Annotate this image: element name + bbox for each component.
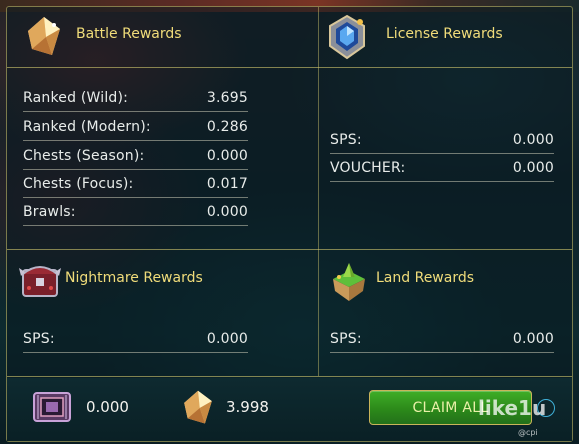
license-rewards-title: License Rewards (386, 26, 503, 42)
chip-total-value: 0.000 (86, 398, 129, 416)
row-value: 0.000 (206, 147, 248, 164)
reward-row-brawls: Brawls: 0.000 (23, 198, 248, 226)
column-divider (318, 7, 319, 376)
reward-row-ranked-wild: Ranked (Wild): 3.695 (23, 84, 248, 112)
row-label: Ranked (Modern): (23, 118, 151, 135)
row-label: SPS: (330, 131, 362, 148)
crystal-shard-icon (28, 17, 60, 55)
watermark-sub: @cpi (518, 428, 538, 437)
row-value: 0.000 (512, 159, 554, 176)
row-label: VOUCHER: (330, 159, 406, 176)
crystal-shard-icon (184, 390, 212, 424)
reward-row-license-sps: SPS: 0.000 (330, 126, 554, 154)
nightmare-rewards-title: Nightmare Rewards (65, 270, 203, 286)
reward-row-license-voucher: VOUCHER: 0.000 (330, 154, 554, 182)
floating-island-icon (333, 263, 365, 301)
section-divider (7, 249, 572, 250)
row-value: 0.286 (206, 118, 248, 135)
gem-badge-icon (329, 14, 365, 60)
crystal-total-value: 3.998 (226, 398, 269, 416)
reward-row-chests-season: Chests (Season): 0.000 (23, 142, 248, 170)
chip-icon (33, 392, 71, 422)
row-value: 0.000 (206, 330, 248, 347)
row-value: 0.000 (512, 330, 554, 347)
row-value: 0.000 (512, 131, 554, 148)
battle-rewards-title: Battle Rewards (76, 26, 182, 42)
reward-row-chests-focus: Chests (Focus): 0.017 (23, 170, 248, 198)
reward-row-nightmare-sps: SPS: 0.000 (23, 325, 248, 353)
row-value: 3.695 (206, 89, 248, 106)
reward-row-land-sps: SPS: 0.000 (330, 325, 554, 353)
row-label: Chests (Season): (23, 147, 145, 164)
footer-divider (7, 376, 572, 377)
row-label: SPS: (23, 330, 55, 347)
row-label: Brawls: (23, 203, 76, 220)
row-value: 0.017 (206, 175, 248, 192)
reward-row-ranked-modern: Ranked (Modern): 0.286 (23, 113, 248, 141)
header-divider (7, 67, 572, 68)
row-label: Ranked (Wild): (23, 89, 129, 106)
land-rewards-title: Land Rewards (376, 270, 475, 286)
watermark-logo: like1u (478, 396, 547, 420)
row-label: Chests (Focus): (23, 175, 134, 192)
nightmare-chest-icon (19, 266, 61, 297)
row-label: SPS: (330, 330, 362, 347)
row-value: 0.000 (206, 203, 248, 220)
